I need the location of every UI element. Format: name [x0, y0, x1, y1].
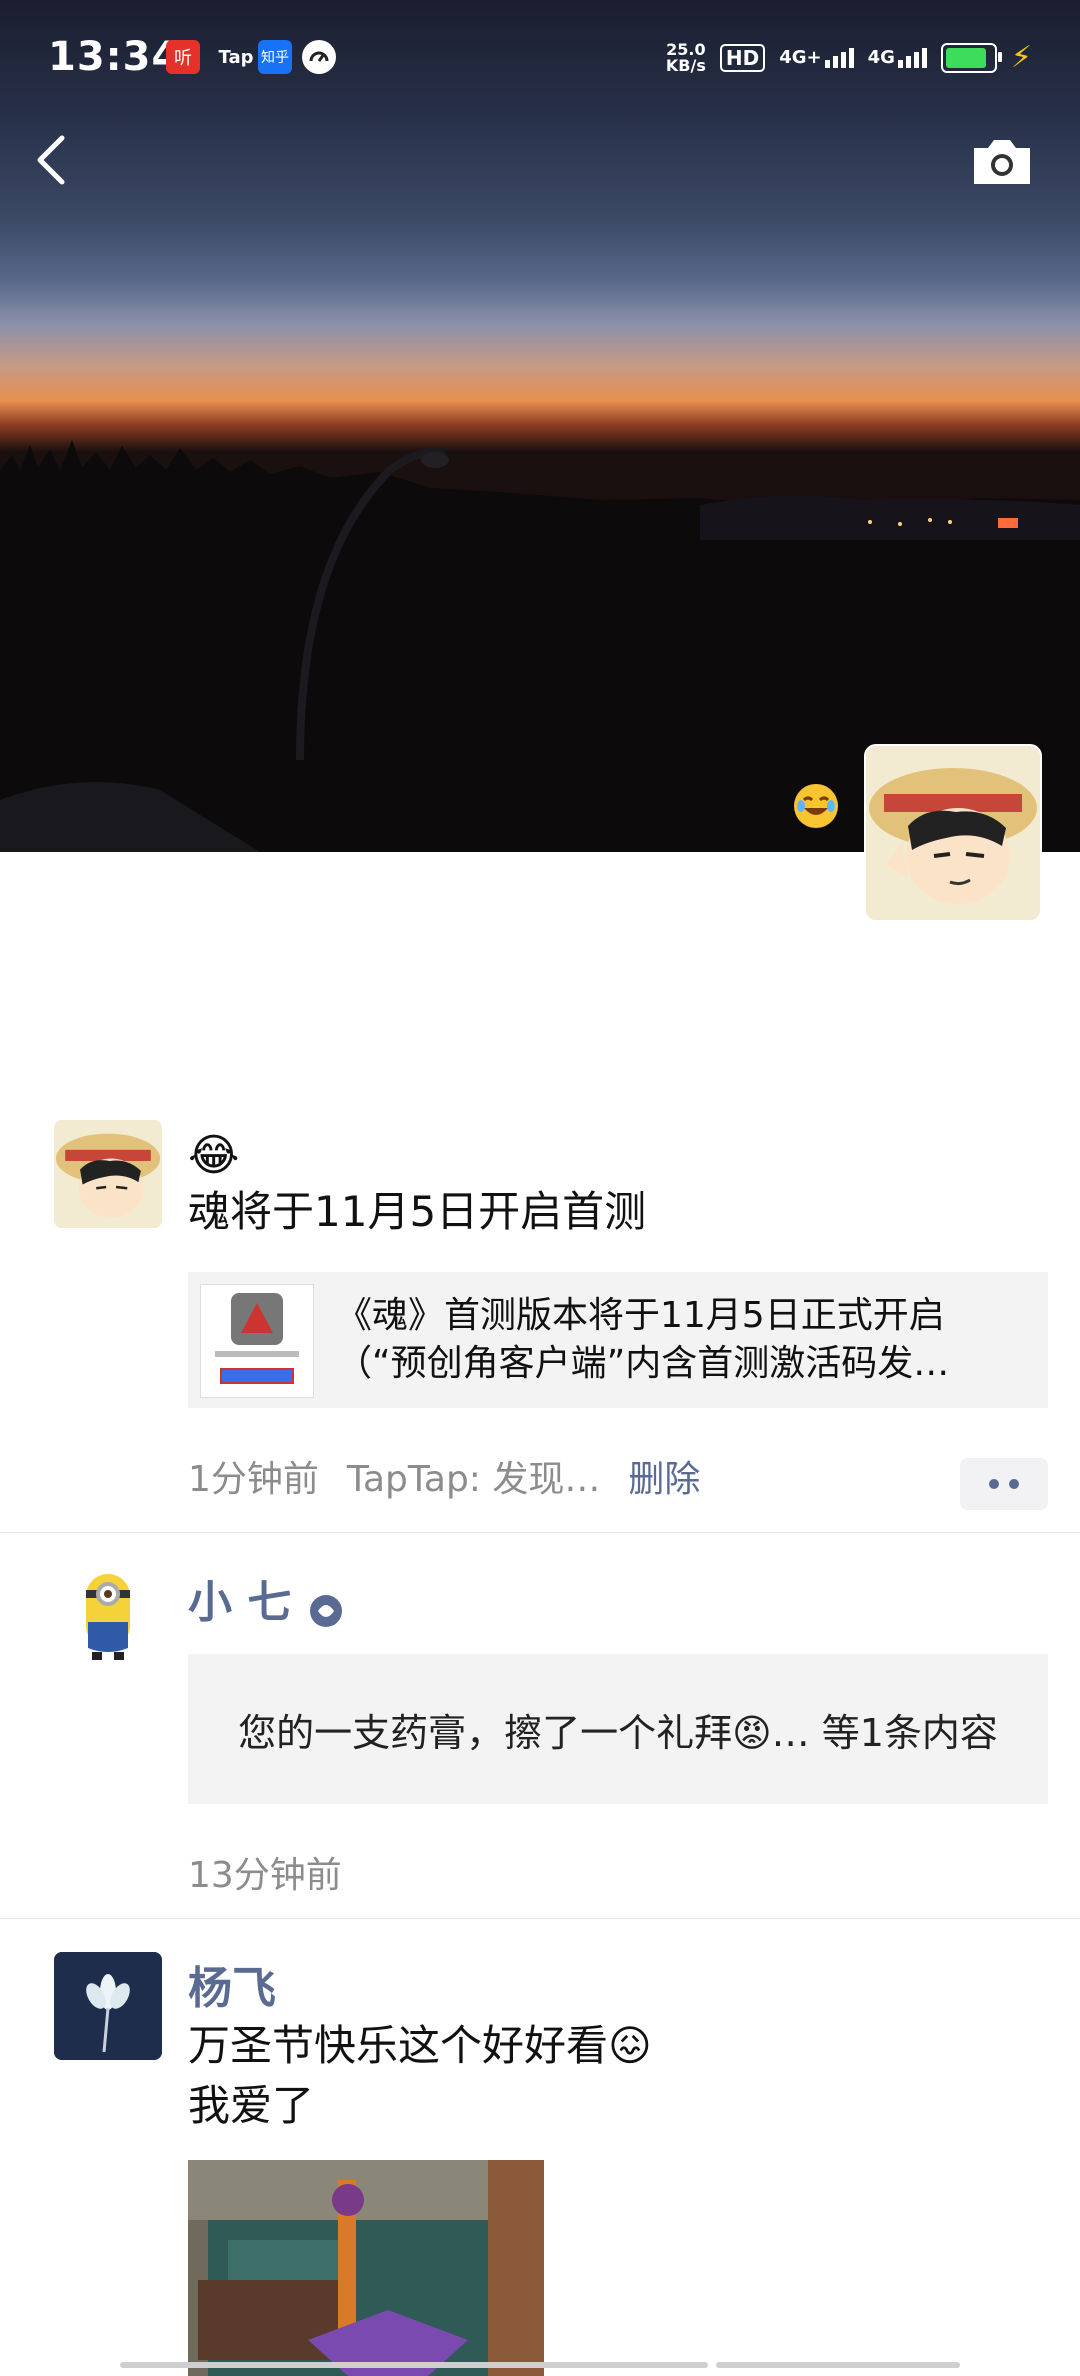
halloween-toy-photo [188, 2160, 544, 2376]
post-author-name[interactable]: 小 七 [188, 1577, 291, 1628]
post-time: 1分钟前 [188, 1459, 319, 1500]
link-title-line2: （“预创角客户端”内含首测激活码发… [336, 1343, 950, 1384]
feed-post: 😂 魂将于11月5日开启首测 《魂》首测版本将于11月5日正式开启 （“预创角客… [0, 1120, 1080, 1530]
post-author-name[interactable]: 杨飞 [188, 1952, 1048, 2016]
luffy-avatar-image [54, 1120, 162, 1228]
status-right: 25.0 KB/s HD 4G+ 4G ⚡ [666, 40, 1032, 75]
status-bar: 13:34 听 Tap 知乎 25.0 KB/s HD 4G+ 4G ⚡ [0, 0, 1080, 120]
post-text-line1: 万圣节快乐这个好好看😖 [188, 2021, 652, 2070]
sim2-network-label: 4G [867, 47, 895, 68]
post-text: 魂将于11月5日开启首测 [188, 1187, 647, 1236]
delete-button[interactable]: 删除 [628, 1450, 700, 1502]
signal-sim2-icon: 4G [868, 47, 927, 68]
cover-landscape [0, 440, 1080, 852]
camera-icon [974, 140, 1030, 184]
feed-post: 小 七 您的一支药膏，擦了一个礼拜😡… 等1条内容 13分钟前 [0, 1560, 1080, 1920]
battery-icon [940, 42, 1002, 73]
zhihu-app-icon: 知乎 [258, 40, 292, 74]
post-time: 13分钟前 [188, 1855, 342, 1896]
divider [0, 1918, 1080, 1919]
post-photo[interactable] [188, 2160, 544, 2376]
luffy-avatar-image [866, 746, 1040, 920]
chevron-left-icon [37, 135, 65, 185]
speedometer-icon [302, 40, 336, 74]
dot-icon [1009, 1479, 1019, 1489]
status-time: 13:34 [48, 34, 181, 80]
scroll-indicator [716, 2362, 960, 2368]
post-author-avatar[interactable] [54, 1952, 162, 2060]
hd-volte-icon: HD [719, 43, 766, 72]
net-speed-unit: KB/s [665, 55, 706, 75]
post-text-line2: 我爱了 [188, 2081, 315, 2130]
quoted-content[interactable]: 您的一支药膏，擦了一个礼拜😡… 等1条内容 [188, 1654, 1048, 1804]
minion-avatar-image [54, 1560, 162, 1668]
post-meta: 13分钟前 [188, 1846, 1048, 1898]
link-thumbnail [200, 1284, 314, 1398]
shared-link-card[interactable]: 《魂》首测版本将于11月5日正式开启 （“预创角客户端”内含首测激活码发… [188, 1272, 1048, 1408]
post-author-avatar[interactable] [54, 1120, 162, 1228]
laughing-emoji-icon [792, 782, 840, 830]
post-emoji: 😂 [188, 1130, 240, 1181]
lotus-avatar-image [54, 1952, 162, 2060]
back-button[interactable] [30, 130, 74, 190]
net-speed: 25.0 KB/s [665, 41, 706, 75]
ting-app-icon: 听 [166, 40, 200, 74]
divider [0, 1532, 1080, 1533]
charging-bolt-icon: ⚡ [1010, 40, 1032, 75]
more-actions-button[interactable] [960, 1458, 1048, 1510]
cover-photo[interactable] [0, 0, 1080, 852]
post-author-avatar[interactable] [54, 1560, 162, 1668]
camera-button[interactable] [970, 136, 1034, 188]
scroll-indicator [120, 2362, 708, 2368]
link-title-line1: 《魂》首测版本将于11月5日正式开启 [336, 1295, 945, 1336]
owner-avatar[interactable] [864, 744, 1042, 922]
friend-status-icon [306, 1591, 346, 1635]
dot-icon [989, 1479, 999, 1489]
post-source[interactable]: TapTap: 发现… [347, 1450, 600, 1502]
signal-sim1-icon: 4G+ [779, 47, 854, 68]
post-meta: 1分钟前 TapTap: 发现… 删除 [188, 1450, 1048, 1502]
sim1-network-label: 4G+ [779, 47, 822, 68]
link-title: 《魂》首测版本将于11月5日正式开启 （“预创角客户端”内含首测激活码发… [336, 1292, 1026, 1388]
taptap-app-icon: Tap [218, 46, 254, 68]
